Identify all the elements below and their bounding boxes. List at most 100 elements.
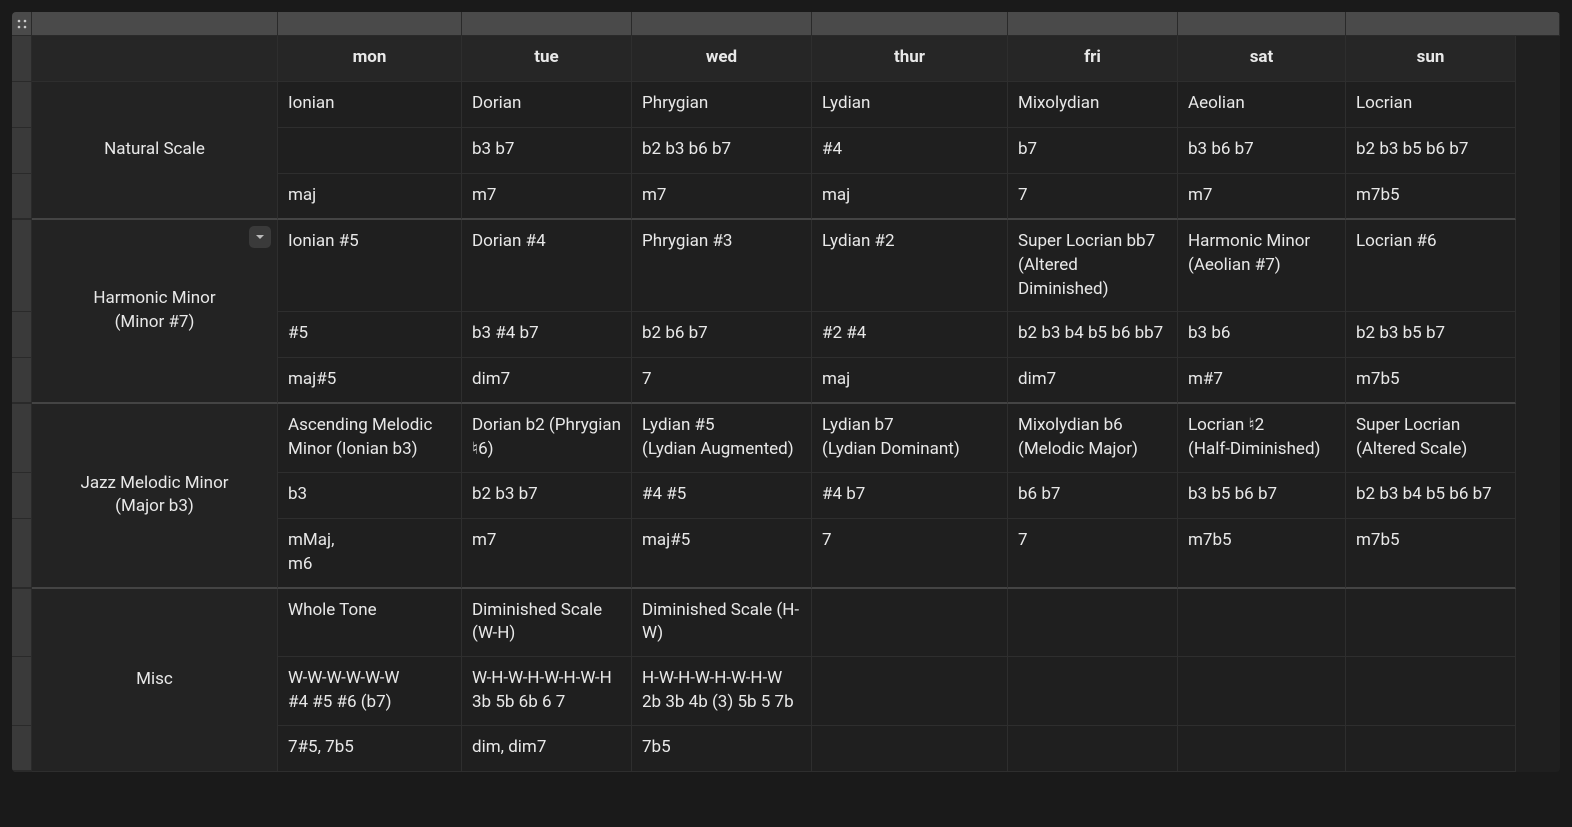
table-cell[interactable] (1346, 589, 1516, 658)
table-cell[interactable]: Harmonic Minor (Aeolian #7) (1178, 220, 1346, 312)
table-cell[interactable]: Lydian #5 (Lydian Augmented) (632, 404, 812, 473)
table-cell[interactable]: m7b5 (1346, 519, 1516, 589)
row-label: Harmonic Minor (Minor #7) (32, 220, 278, 404)
drag-handle-icon[interactable] (12, 12, 32, 35)
table-cell[interactable] (1178, 726, 1346, 772)
table-cell[interactable]: Mixolydian (1008, 82, 1178, 128)
table-cell[interactable]: 7 (812, 519, 1008, 589)
table-cell[interactable]: 7 (632, 358, 812, 404)
table-cell[interactable]: Locrian (1346, 82, 1516, 128)
table-cell[interactable]: #4 #5 (632, 473, 812, 519)
table-cell[interactable]: #4 b7 (812, 473, 1008, 519)
table-cell[interactable]: dim7 (1008, 358, 1178, 404)
table-cell[interactable]: m7b5 (1346, 358, 1516, 404)
table-cell[interactable]: b3 b6 (1178, 312, 1346, 358)
row-gutter (12, 657, 32, 726)
table-cell[interactable]: dim, dim7 (462, 726, 632, 772)
table-cell[interactable]: m7 (462, 519, 632, 589)
table-cell[interactable]: Lydian (812, 82, 1008, 128)
table-cell[interactable]: b3 b6 b7 (1178, 128, 1346, 174)
table-cell[interactable]: mMaj, m6 (278, 519, 462, 589)
table-cell[interactable]: Ionian #5 (278, 220, 462, 312)
panel-frame: montuewedthurfrisatsunNatural ScaleIonia… (12, 12, 1560, 772)
table-cell[interactable]: 7#5, 7b5 (278, 726, 462, 772)
table-cell[interactable]: Phrygian #3 (632, 220, 812, 312)
table-cell[interactable]: b2 b3 b4 b5 b6 bb7 (1008, 312, 1178, 358)
table-cell[interactable]: maj (278, 174, 462, 220)
table-cell[interactable]: Dorian b2 (Phrygian ♮6) (462, 404, 632, 473)
table-cell[interactable]: b3 #4 b7 (462, 312, 632, 358)
table-cell[interactable]: dim7 (462, 358, 632, 404)
table-cell[interactable]: Whole Tone (278, 589, 462, 658)
table-cell[interactable] (812, 657, 1008, 726)
table-cell[interactable]: b2 b3 b6 b7 (632, 128, 812, 174)
table-cell[interactable] (1346, 726, 1516, 772)
table-cell[interactable]: W-W-W-W-W-W #4 #5 #6 (b7) (278, 657, 462, 726)
row-label: Misc (32, 589, 278, 772)
table-cell[interactable]: Super Locrian bb7 (Altered Diminished) (1008, 220, 1178, 312)
table-cell[interactable]: Diminished Scale (W-H) (462, 589, 632, 658)
table-cell[interactable] (812, 589, 1008, 658)
column-header-empty (32, 36, 278, 82)
row-label: Jazz Melodic Minor (Major b3) (32, 404, 278, 588)
table-cell[interactable]: b3 b5 b6 b7 (1178, 473, 1346, 519)
table-cell[interactable]: Aeolian (1178, 82, 1346, 128)
table-cell[interactable]: Ascending Melodic Minor (Ionian b3) (278, 404, 462, 473)
table-cell[interactable]: Dorian (462, 82, 632, 128)
row-gutter (12, 220, 32, 312)
table-cell[interactable]: maj#5 (632, 519, 812, 589)
table-cell[interactable]: maj#5 (278, 358, 462, 404)
table-cell[interactable]: #5 (278, 312, 462, 358)
table-cell[interactable]: #2 #4 (812, 312, 1008, 358)
table-cell[interactable]: maj (812, 174, 1008, 220)
table-cell[interactable]: Locrian ♮2 (Half-Diminished) (1178, 404, 1346, 473)
table-cell[interactable]: m7 (632, 174, 812, 220)
table-cell[interactable]: b3 (278, 473, 462, 519)
table-cell[interactable]: Locrian #6 (1346, 220, 1516, 312)
column-header: mon (278, 36, 462, 82)
table-cell[interactable]: b2 b3 b4 b5 b6 b7 (1346, 473, 1516, 519)
row-gutter (12, 312, 32, 358)
table-cell[interactable]: Lydian b7 (Lydian Dominant) (812, 404, 1008, 473)
table-cell[interactable]: Mixolydian b6 (Melodic Major) (1008, 404, 1178, 473)
table-cell[interactable]: W-H-W-H-W-H-W-H 3b 5b 6b 6 7 (462, 657, 632, 726)
table-cell[interactable] (812, 726, 1008, 772)
table-cell[interactable]: #4 (812, 128, 1008, 174)
row-gutter (12, 589, 32, 658)
table-cell[interactable] (1178, 657, 1346, 726)
chevron-down-icon[interactable] (249, 226, 271, 248)
table-cell[interactable]: m7b5 (1346, 174, 1516, 220)
table-cell[interactable]: 7 (1008, 519, 1178, 589)
table-cell[interactable]: 7 (1008, 174, 1178, 220)
table-cell[interactable] (1008, 726, 1178, 772)
table-cell[interactable] (1008, 589, 1178, 658)
table-cell[interactable]: m7 (1178, 174, 1346, 220)
table-cell[interactable]: m7b5 (1178, 519, 1346, 589)
table-cell[interactable] (278, 128, 462, 174)
column-header: sun (1346, 36, 1516, 82)
table-cell[interactable]: m#7 (1178, 358, 1346, 404)
table-cell[interactable]: Phrygian (632, 82, 812, 128)
table-cell[interactable]: maj (812, 358, 1008, 404)
table-cell[interactable]: b7 (1008, 128, 1178, 174)
table-cell[interactable]: H-W-H-W-H-W-H-W 2b 3b 4b (3) 5b 5 7b (632, 657, 812, 726)
table-cell[interactable]: b2 b3 b5 b7 (1346, 312, 1516, 358)
table-cell[interactable] (1178, 589, 1346, 658)
table-cell[interactable]: b2 b3 b5 b6 b7 (1346, 128, 1516, 174)
table-cell[interactable]: b2 b6 b7 (632, 312, 812, 358)
table-cell[interactable]: Dorian #4 (462, 220, 632, 312)
table-cell[interactable]: b6 b7 (1008, 473, 1178, 519)
scale-table: montuewedthurfrisatsunNatural ScaleIonia… (12, 36, 1560, 772)
table-cell[interactable]: b2 b3 b7 (462, 473, 632, 519)
topbar-segment (632, 12, 812, 35)
topbar-segment (278, 12, 462, 35)
table-cell[interactable]: Super Locrian (Altered Scale) (1346, 404, 1516, 473)
table-cell[interactable]: m7 (462, 174, 632, 220)
table-cell[interactable]: 7b5 (632, 726, 812, 772)
table-cell[interactable]: Lydian #2 (812, 220, 1008, 312)
table-cell[interactable] (1008, 657, 1178, 726)
table-cell[interactable]: Ionian (278, 82, 462, 128)
table-cell[interactable] (1346, 657, 1516, 726)
table-cell[interactable]: b3 b7 (462, 128, 632, 174)
table-cell[interactable]: Diminished Scale (H-W) (632, 589, 812, 658)
